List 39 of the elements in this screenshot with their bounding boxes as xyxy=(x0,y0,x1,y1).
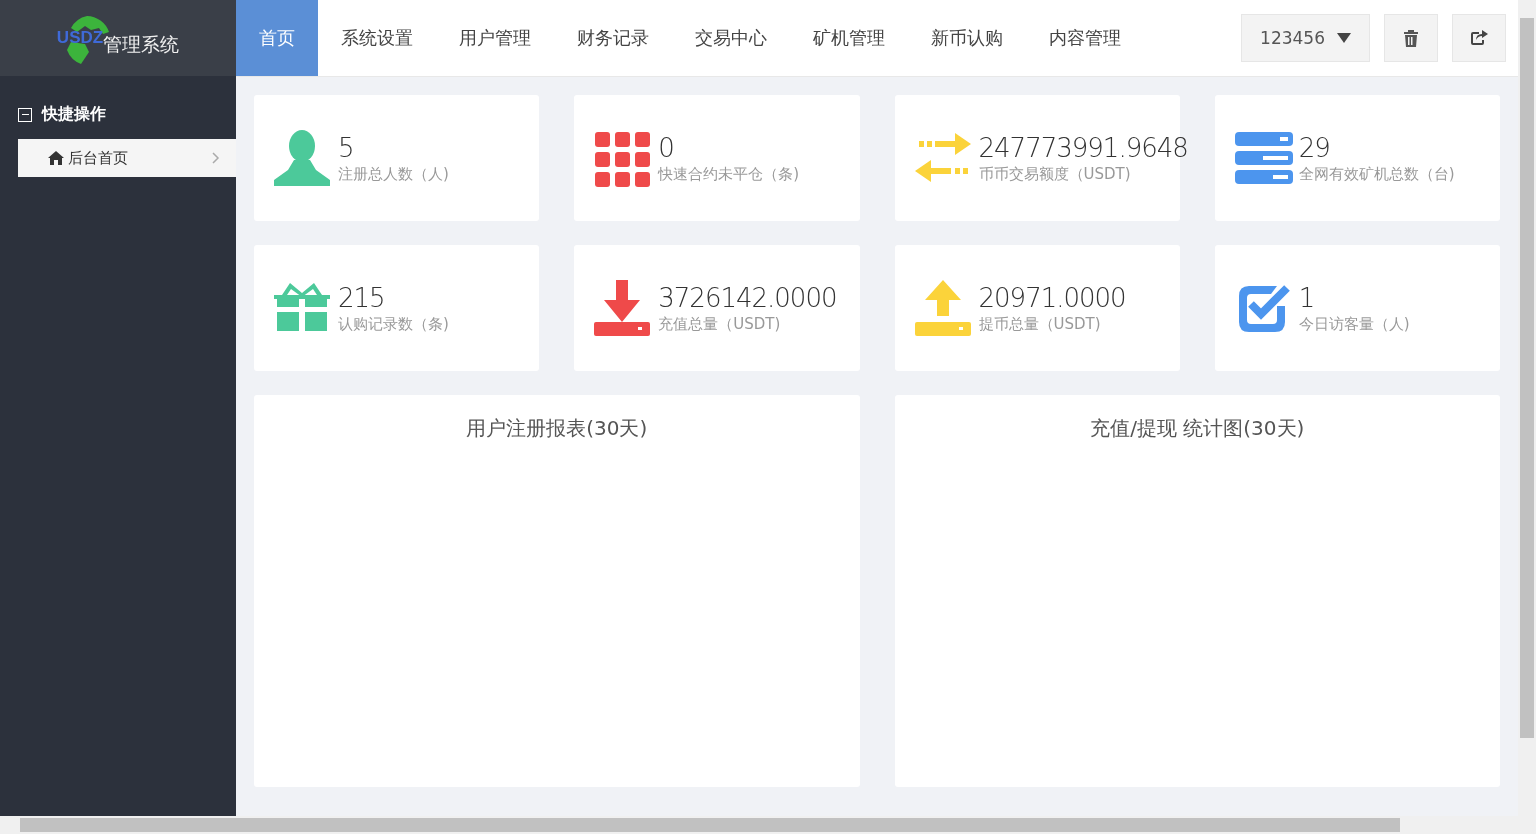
chart-title: 用户注册报表(30天) xyxy=(466,415,648,442)
vertical-scrollbar[interactable] xyxy=(1518,0,1536,834)
home-icon xyxy=(48,151,64,165)
stat-label: 提币总量（USDT) xyxy=(978,314,1102,334)
nav-tab[interactable]: 用户管理 xyxy=(436,0,554,76)
stat-value: 0 xyxy=(658,132,675,163)
stat-value: 1 xyxy=(1298,282,1316,313)
logo-title: 管理系统 xyxy=(103,33,180,57)
stat-label: 币币交易额度（USDT) xyxy=(978,164,1132,184)
caret-down-icon xyxy=(1337,33,1351,43)
nav-tab[interactable]: 新币认购 xyxy=(908,0,1026,76)
nav-tab[interactable]: 系统设置 xyxy=(318,0,436,76)
stat-label: 全网有效矿机总数（台) xyxy=(1298,164,1455,184)
share-button[interactable] xyxy=(1452,14,1506,62)
stat-label: 今日访客量（人) xyxy=(1298,314,1410,334)
sidebar-section-header[interactable]: 快捷操作 xyxy=(0,76,236,139)
stat-value: 5 xyxy=(338,132,355,163)
nav-tab[interactable]: 财务记录 xyxy=(554,0,672,76)
stat-label: 认购记录数（条) xyxy=(338,314,449,334)
chevron-right-icon xyxy=(212,152,220,164)
stat-label: 注册总人数（人) xyxy=(338,164,449,184)
logo-text: USDZ xyxy=(56,28,104,47)
stat-value: 20971.0000 xyxy=(978,282,1126,313)
horizontal-scrollbar[interactable] xyxy=(0,816,1518,834)
stat-value: 247773991.9648 xyxy=(978,132,1188,163)
stat-label: 充值总量（USDT) xyxy=(658,314,782,334)
nav-tab[interactable]: 矿机管理 xyxy=(790,0,908,76)
stat-value: 3726142.0000 xyxy=(658,282,837,313)
user-menu-button[interactable]: 123456 xyxy=(1241,14,1370,62)
trash-icon xyxy=(1403,29,1419,47)
stat-value: 29 xyxy=(1298,132,1331,163)
nav-tab[interactable]: 内容管理 xyxy=(1026,0,1144,76)
stat-label: 快速合约未平仓（条) xyxy=(658,164,800,184)
sidebar-item[interactable]: 后台首页 xyxy=(18,139,236,177)
trash-button[interactable] xyxy=(1384,14,1438,62)
nav-tab[interactable]: 交易中心 xyxy=(672,0,790,76)
stat-value: 215 xyxy=(338,282,386,313)
share-icon xyxy=(1470,30,1488,46)
chart-title: 充值/提现 统计图(30天) xyxy=(1090,415,1305,442)
